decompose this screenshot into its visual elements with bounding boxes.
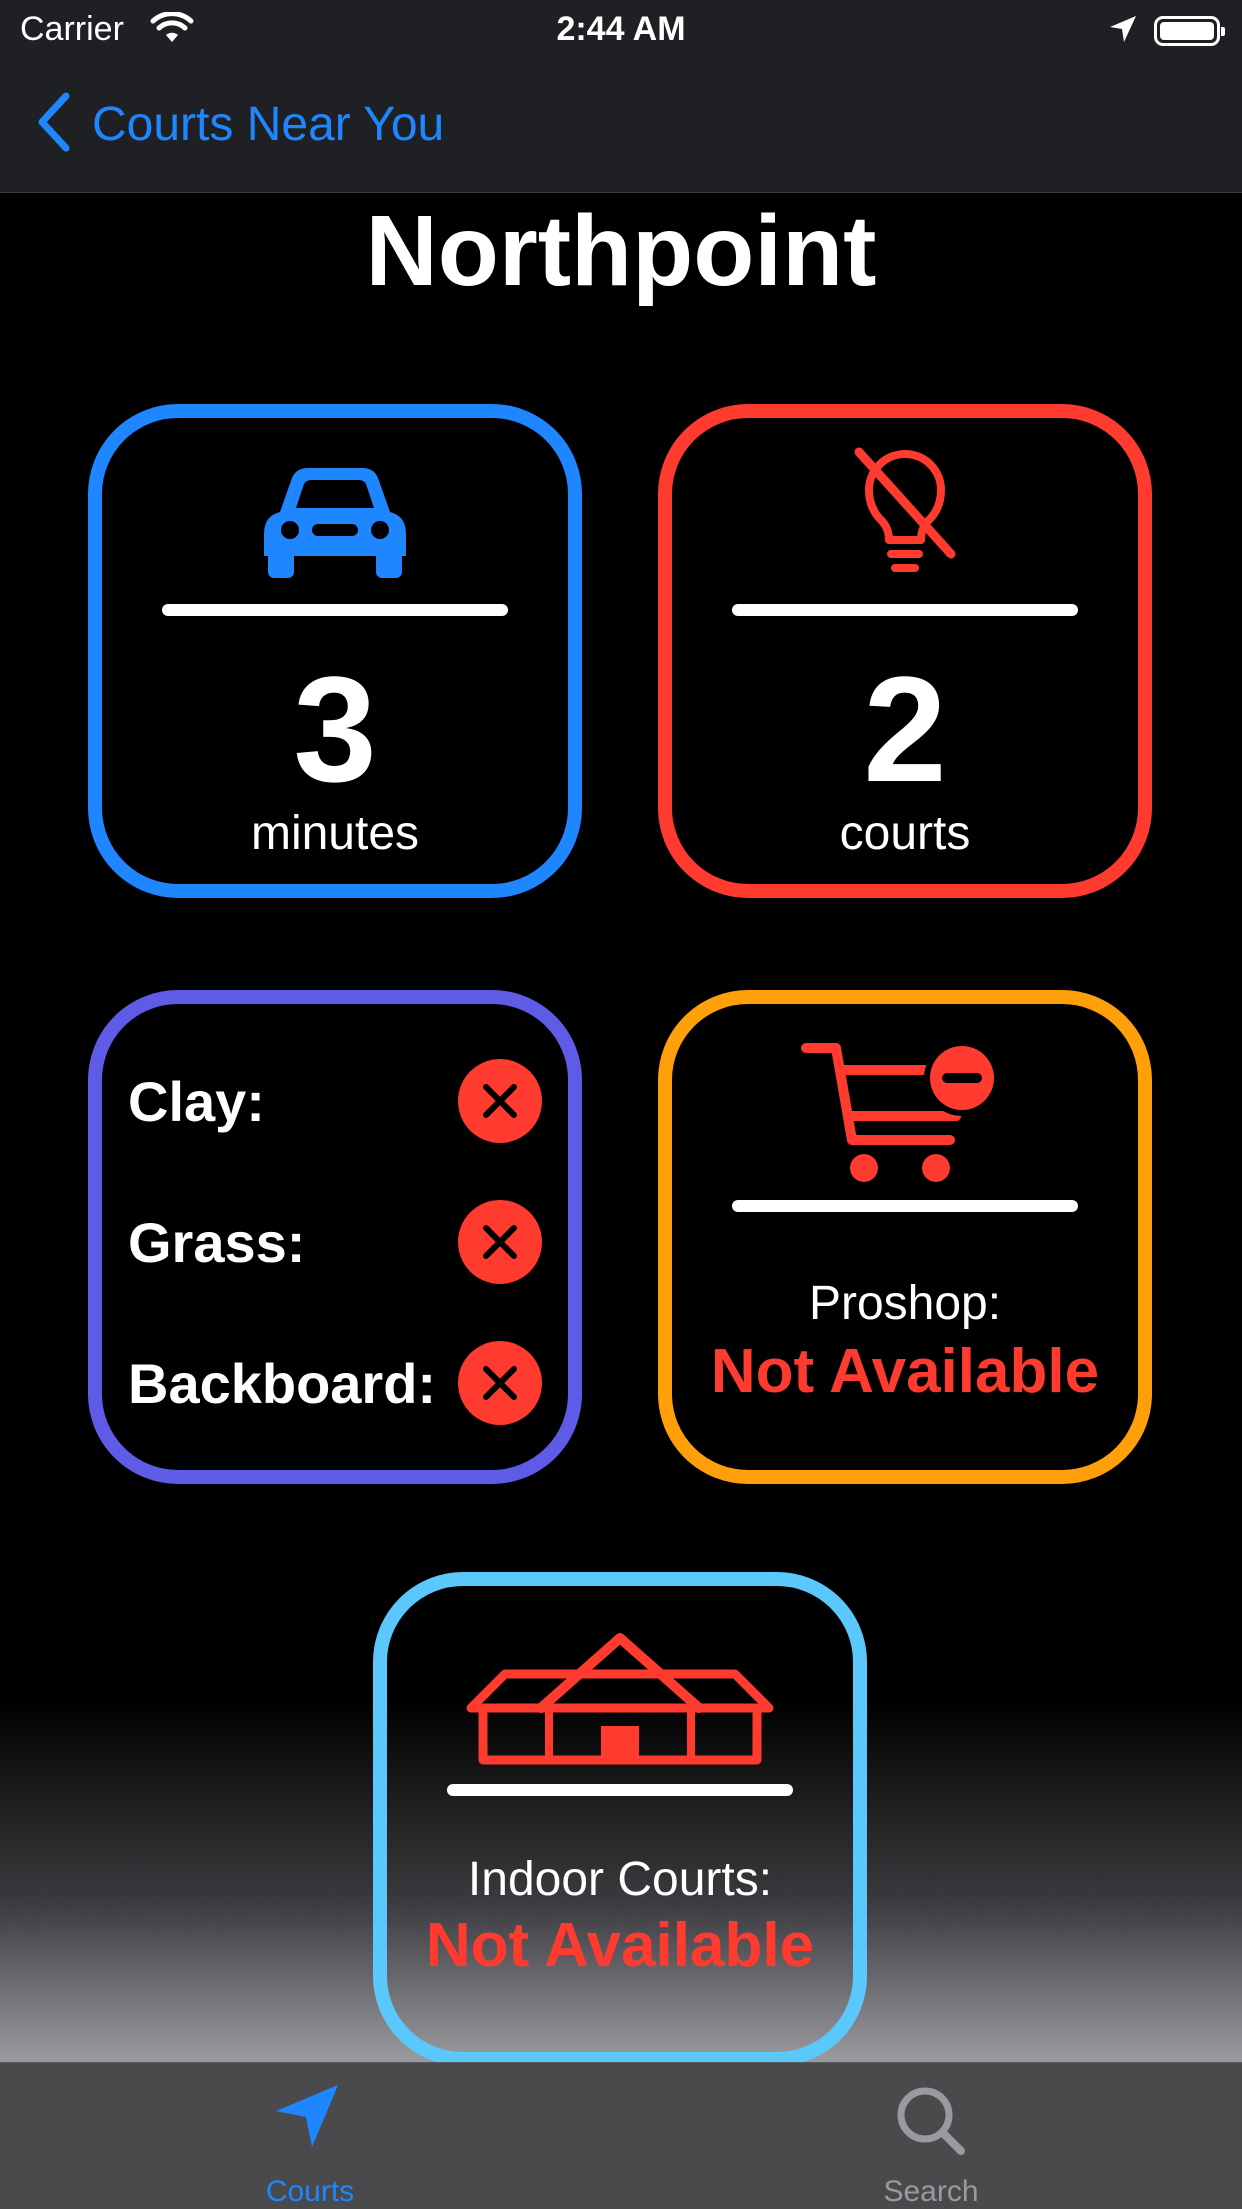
divider [447,1784,793,1796]
tab-search[interactable]: Search [781,2063,1081,2209]
indoor-courts-card: Indoor Courts: Not Available [373,1572,867,2066]
back-button[interactable]: Courts Near You [36,92,444,157]
navigation-bar: Courts Near You [0,62,1242,193]
tab-courts-label: Courts [265,2175,355,2208]
search-icon [895,2085,967,2162]
house-icon [387,1628,853,1773]
drive-time-unit: minutes [250,807,420,860]
car-icon [102,464,568,585]
page-title: Northpoint [365,195,877,307]
proshop-label: Proshop: [808,1277,1002,1330]
divider [732,604,1078,616]
surface-row-grass: Grass: [128,1197,542,1287]
proshop-status: Not Available [710,1337,1100,1406]
surface-label: Backboard: [128,1351,437,1415]
tab-courts[interactable]: Courts [160,2063,460,2209]
drive-time-card: 3 minutes [88,404,582,898]
court-count-unit: courts [839,807,971,860]
back-button-label: Courts Near You [92,98,445,151]
surface-row-backboard: Backboard: [128,1338,542,1428]
status-bar: Carrier 2:44 AM [0,0,1242,62]
indoor-courts-label: Indoor Courts: [467,1853,773,1906]
battery-icon [1154,16,1225,46]
proshop-card: Proshop: Not Available [658,990,1152,1484]
location-arrow-icon [272,2081,342,2156]
divider [162,604,508,616]
unavailable-x-icon [458,1059,542,1143]
surface-row-clay: Clay: [128,1056,542,1146]
divider [732,1200,1078,1212]
chevron-left-icon [36,92,70,157]
clock: 2:44 AM [556,10,686,48]
tab-bar: Courts Search [0,2062,1242,2209]
surfaces-card: Clay: Grass: Backboard: [88,990,582,1484]
surface-label: Grass: [128,1210,306,1274]
lightbulb-slash-icon [672,446,1138,587]
unavailable-x-icon [458,1341,542,1425]
location-services-icon [1108,14,1138,49]
cart-minus-icon [672,1040,1138,1197]
tab-search-label: Search [883,2175,979,2208]
drive-time-value: 3 [293,645,377,813]
court-count-value: 2 [863,645,947,813]
indoor-courts-status: Not Available [425,1911,815,1980]
surface-label: Clay: [128,1069,265,1133]
court-count-card: 2 courts [658,404,1152,898]
unavailable-x-icon [458,1200,542,1284]
